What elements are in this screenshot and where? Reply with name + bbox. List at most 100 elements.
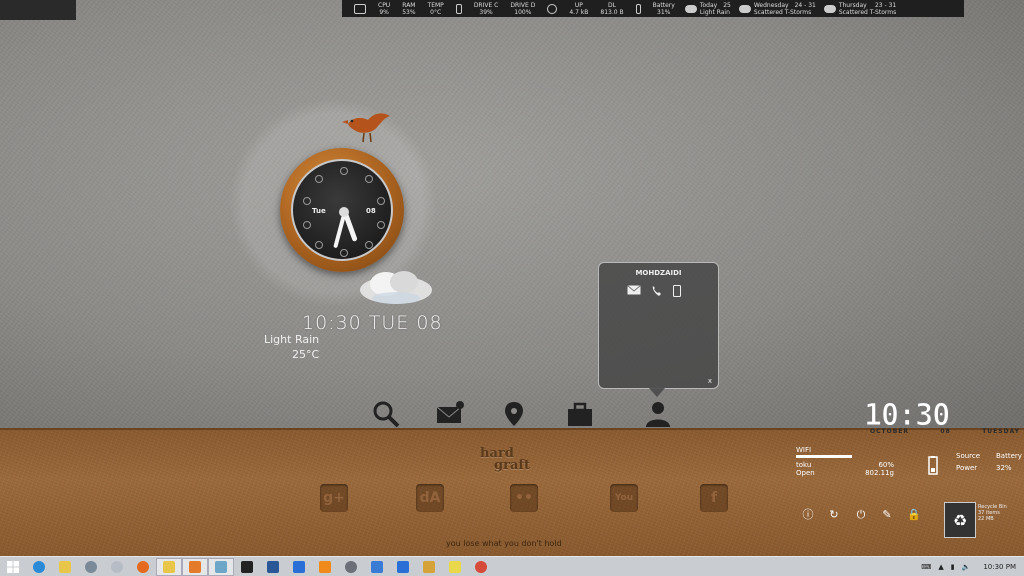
app-icon[interactable] — [104, 558, 130, 576]
clock-face: Tue 08 — [291, 159, 393, 261]
location-pin-icon[interactable] — [500, 400, 528, 428]
app-glyph — [371, 560, 383, 573]
hour-marker — [340, 249, 348, 257]
drivec-value: 39% — [479, 8, 493, 16]
power-icon[interactable]: ⏻ — [854, 508, 868, 522]
bird-icon — [342, 113, 390, 143]
cpu-value: 9% — [379, 8, 389, 16]
system-tray: ⌨ ▲ ▮ 🔈 10:30 PM — [921, 557, 1016, 576]
keyboard-icon[interactable]: ⌨ — [921, 563, 931, 571]
monitor-icon — [354, 3, 366, 14]
system-monitor-bar: CPU 9% RAM 53% TEMP 0°C DRIVE C 39% DRIVE D1… — [342, 0, 964, 17]
search-icon[interactable] — [372, 400, 400, 428]
app-icon[interactable] — [234, 558, 260, 576]
hour-marker — [340, 167, 348, 175]
video-icon[interactable] — [182, 557, 208, 576]
analog-clock[interactable]: Tue 08 — [280, 148, 404, 272]
wifi-strength: 60% — [878, 461, 894, 469]
windows-logo-icon — [7, 560, 19, 573]
recycle-bin-info: Recycle Bin 37 items 22 MB — [978, 504, 1007, 522]
app-icon[interactable] — [338, 558, 364, 576]
flickr-icon[interactable]: •• — [510, 484, 538, 512]
mobile-icon[interactable] — [673, 285, 681, 297]
chrome-icon[interactable] — [468, 558, 494, 576]
recycle-bin-icon[interactable]: ♻ — [944, 502, 976, 538]
facebook-icon[interactable]: f — [700, 484, 728, 512]
temp-value: 0°C — [430, 8, 442, 16]
word-glyph — [267, 560, 279, 573]
ie-icon[interactable] — [26, 558, 52, 576]
tools-glyph — [423, 560, 435, 573]
app-icon[interactable] — [364, 558, 390, 576]
app-icon[interactable] — [390, 558, 416, 576]
hour-marker — [303, 197, 311, 205]
recycle-size: 22 MB — [978, 516, 994, 522]
forecast-cond: Scattered T-Storms — [753, 8, 812, 16]
wifi-row-2: Open 802.11g — [796, 469, 894, 477]
app-glyph — [111, 560, 123, 573]
weather-condition: Light Rain — [264, 333, 320, 346]
info-icon[interactable]: ⓘ — [801, 508, 815, 522]
forecast-temp: 25 — [723, 1, 731, 9]
folder-taskbar-icon[interactable] — [156, 557, 182, 576]
wifi-status: Open — [796, 469, 815, 477]
sticky-notes-icon[interactable] — [442, 558, 468, 576]
vlc-glyph — [319, 560, 331, 573]
app-icon[interactable] — [286, 558, 312, 576]
youtube-icon[interactable]: You — [610, 484, 638, 512]
explorer-icon[interactable] — [52, 558, 78, 576]
forecast-thursday: Thursday 23 - 31 Scattered T-Storms — [820, 2, 900, 16]
clock-month: OCTOBER — [870, 428, 909, 435]
tools-icon[interactable]: ✎ — [880, 508, 894, 522]
deviantart-icon[interactable]: dA — [416, 484, 444, 512]
contact-name: MOHDZAIDI — [635, 269, 682, 277]
clock-weekday: TUESDAY — [982, 428, 1020, 435]
tray-chevron-icon[interactable]: ▲ — [938, 563, 943, 571]
lock-icon[interactable]: 🔒 — [907, 508, 921, 522]
app-icon[interactable] — [78, 558, 104, 576]
clock-date: 08 — [366, 207, 376, 215]
vlc-icon[interactable] — [312, 558, 338, 576]
start-button[interactable] — [0, 558, 26, 576]
wifi-network: toku — [796, 461, 812, 469]
mail-icon[interactable] — [436, 400, 464, 428]
steam-icon[interactable] — [208, 557, 234, 576]
forecast-today: Today 25 Light Rain — [681, 2, 735, 16]
tools-taskbar-icon[interactable] — [416, 558, 442, 576]
popup-close-button[interactable]: x — [708, 377, 712, 385]
envelope-icon[interactable] — [627, 285, 641, 295]
battery-source-value: Battery — [996, 452, 1022, 460]
phone-icon[interactable] — [651, 285, 663, 297]
google-plus-icon[interactable]: g+ — [320, 484, 348, 512]
steam-glyph — [215, 560, 227, 573]
drivec-label: DRIVE C — [473, 1, 499, 9]
hour-marker — [315, 175, 323, 183]
battery-value: 31% — [657, 8, 671, 16]
app-glyph — [293, 560, 305, 573]
clock-date-num: 08 — [940, 428, 951, 435]
forecast-day: Today — [699, 1, 718, 9]
rain-cloud-icon — [684, 4, 697, 13]
restart-icon[interactable]: ↻ — [827, 508, 841, 522]
social-glyph: •• — [515, 490, 533, 506]
ram-label: RAM — [402, 1, 416, 9]
volume-icon[interactable]: 🔈 — [962, 563, 971, 571]
hour-marker — [377, 197, 385, 205]
ie-glyph — [33, 560, 45, 573]
desktop-background — [0, 0, 1024, 430]
user-icon[interactable] — [644, 400, 672, 428]
briefcase-icon[interactable] — [566, 400, 594, 428]
tray-clock[interactable]: 10:30 PM — [983, 563, 1016, 571]
firefox-icon[interactable] — [130, 558, 156, 576]
wifi-speed: 802.11g — [865, 469, 894, 477]
contact-actions — [627, 285, 681, 297]
sticky-glyph — [449, 560, 461, 573]
dl-value: 813.0 B — [600, 8, 624, 16]
app-glyph — [345, 560, 357, 573]
battery-source-label: Source — [956, 452, 981, 460]
wifi-label: WIFI — [796, 446, 812, 454]
network-icon[interactable]: ▮ — [951, 563, 955, 571]
wifi-strength-bar — [796, 455, 853, 458]
word-icon[interactable] — [260, 558, 286, 576]
social-glyph: You — [614, 493, 634, 503]
